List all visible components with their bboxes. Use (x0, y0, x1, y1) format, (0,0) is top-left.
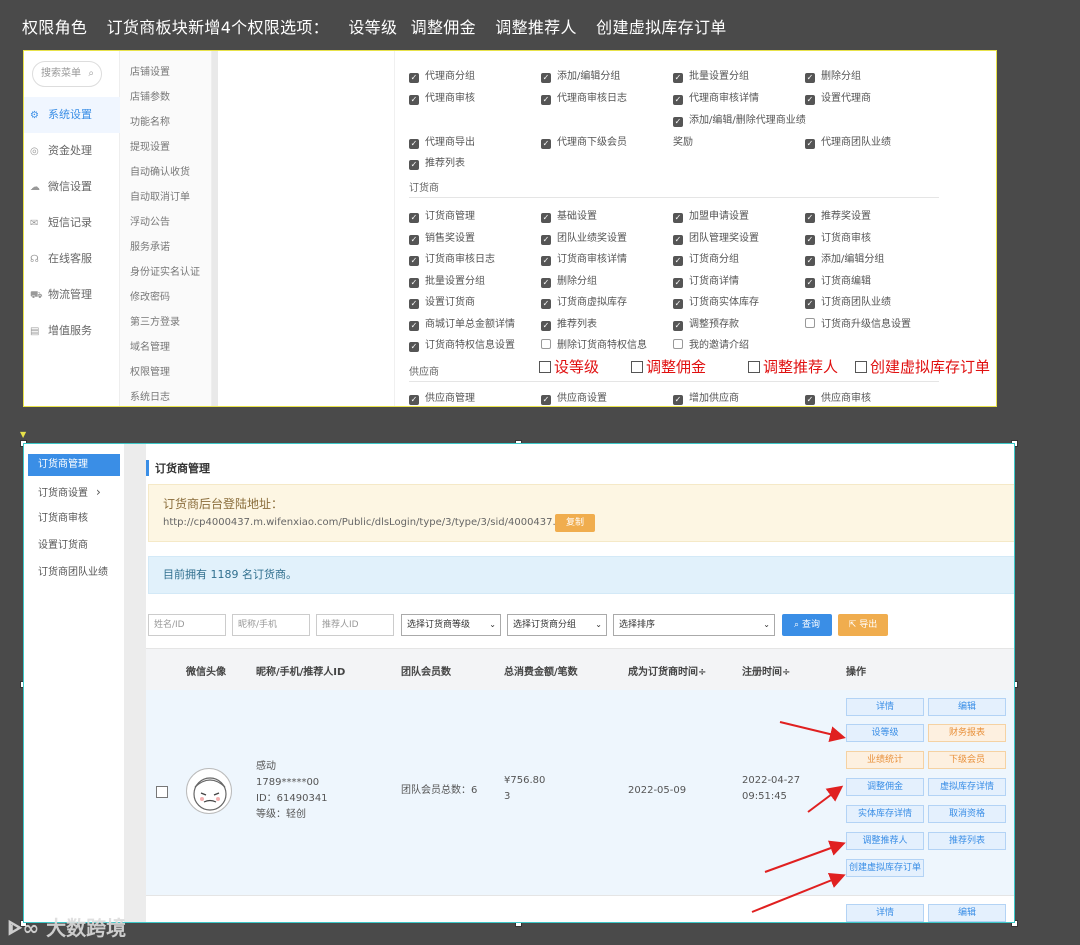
watermark-text: 大数跨境 (46, 916, 127, 940)
arrow-to-referrer-icon (764, 840, 846, 873)
arrow-to-set-level-icon (779, 721, 846, 742)
annotation-arrows (751, 721, 846, 913)
watermark: ᐈ∞ 大数跨境 (8, 912, 126, 941)
watermark-logo-icon: ᐈ∞ (8, 916, 47, 940)
arrow-to-virtual-order-icon (751, 873, 846, 913)
arrow-to-commission-icon (807, 785, 844, 813)
